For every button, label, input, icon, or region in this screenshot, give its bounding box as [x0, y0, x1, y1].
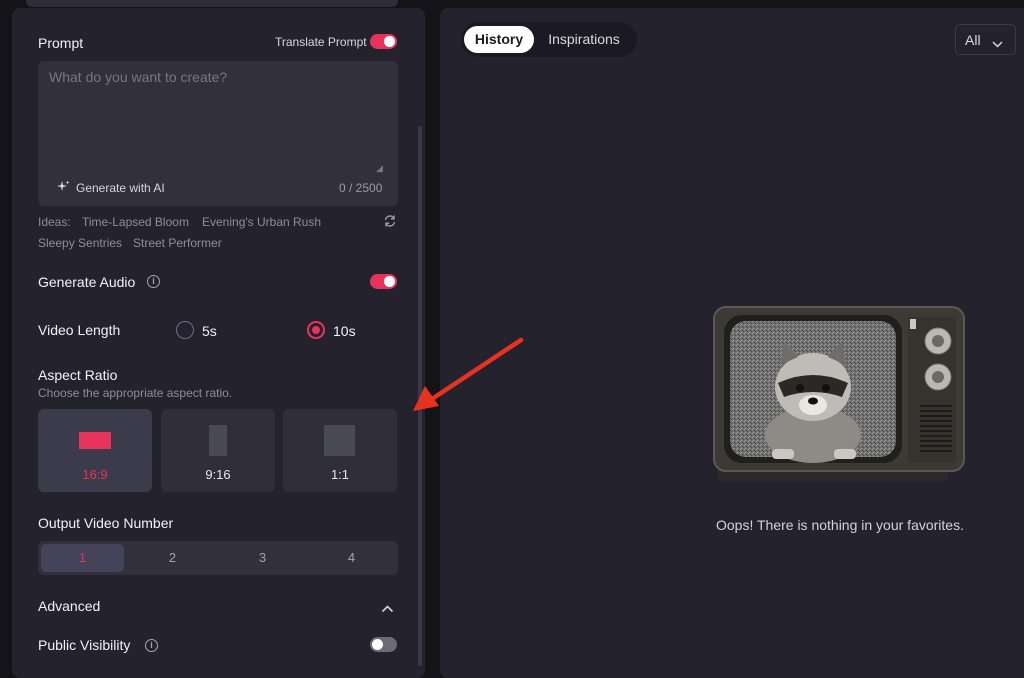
idea-chip[interactable]: Time-Lapsed Bloom — [82, 215, 189, 229]
length-10s-label: 10s — [333, 323, 356, 339]
aspect-ratio-1-1[interactable]: 1:1 — [283, 409, 397, 492]
translate-prompt-label: Translate Prompt — [275, 35, 367, 49]
translate-prompt-toggle[interactable] — [370, 34, 397, 49]
length-5s-radio[interactable] — [176, 321, 194, 339]
retro-tv-raccoon-illustration — [712, 305, 966, 492]
output-number-4[interactable]: 4 — [310, 544, 393, 572]
public-visibility-toggle[interactable] — [370, 637, 397, 652]
output-number-selector: 1 2 3 4 — [38, 541, 398, 575]
idea-chip[interactable]: Sleepy Sentries — [38, 236, 122, 250]
aspect-ratio-hint: Choose the appropriate aspect ratio. — [38, 386, 233, 400]
tab-history[interactable]: History — [464, 26, 534, 53]
length-10s-radio[interactable] — [307, 321, 325, 339]
landscape-shape-icon — [79, 432, 111, 449]
generate-with-ai-label: Generate with AI — [76, 181, 165, 195]
public-visibility-label: Public Visibility — [38, 637, 131, 653]
prompt-input[interactable] — [38, 61, 398, 176]
chevron-up-icon[interactable] — [381, 600, 394, 618]
aspect-ratio-label-16-9: 16:9 — [82, 467, 108, 482]
filter-value: All — [965, 32, 981, 48]
output-video-number-label: Output Video Number — [38, 515, 174, 531]
aspect-ratio-9-16[interactable]: 9:16 — [161, 409, 275, 492]
aspect-ratio-label: Aspect Ratio — [38, 367, 118, 383]
square-shape-icon — [324, 425, 355, 456]
info-icon[interactable]: i — [145, 639, 158, 652]
output-number-3[interactable]: 3 — [221, 544, 304, 572]
filter-dropdown[interactable]: All — [955, 24, 1016, 55]
video-length-label: Video Length — [38, 322, 121, 338]
idea-chip[interactable]: Evening's Urban Rush — [202, 215, 321, 229]
prompt-label: Prompt — [38, 35, 84, 51]
sparkle-icon — [57, 180, 70, 196]
resize-handle-icon[interactable]: ◢ — [376, 163, 383, 174]
annotation-arrow — [408, 335, 528, 420]
ideas-label: Ideas: — [38, 215, 71, 229]
empty-state-message: Oops! There is nothing in your favorites… — [716, 517, 964, 533]
aspect-ratio-16-9[interactable]: 16:9 — [38, 409, 152, 492]
chevron-down-icon — [992, 35, 1003, 51]
aspect-ratio-label-1-1: 1:1 — [330, 467, 350, 482]
info-icon[interactable]: i — [147, 275, 160, 288]
tab-inspirations[interactable]: Inspirations — [541, 26, 627, 53]
generate-with-ai-button[interactable]: Generate with AI — [57, 180, 165, 196]
history-tabs: History Inspirations — [461, 22, 637, 57]
idea-chip[interactable]: Street Performer — [133, 236, 222, 250]
refresh-ideas-icon[interactable] — [383, 214, 397, 233]
character-counter: 0 / 2500 — [339, 181, 383, 195]
output-number-2[interactable]: 2 — [131, 544, 214, 572]
output-number-1[interactable]: 1 — [41, 544, 124, 572]
previous-section-stub — [26, 0, 398, 7]
generate-audio-label: Generate Audio — [38, 274, 136, 290]
advanced-label[interactable]: Advanced — [38, 598, 100, 614]
aspect-ratio-label-9-16: 9:16 — [205, 467, 231, 482]
generate-audio-toggle[interactable] — [370, 274, 397, 289]
length-5s-label: 5s — [202, 323, 217, 339]
portrait-shape-icon — [209, 425, 227, 456]
